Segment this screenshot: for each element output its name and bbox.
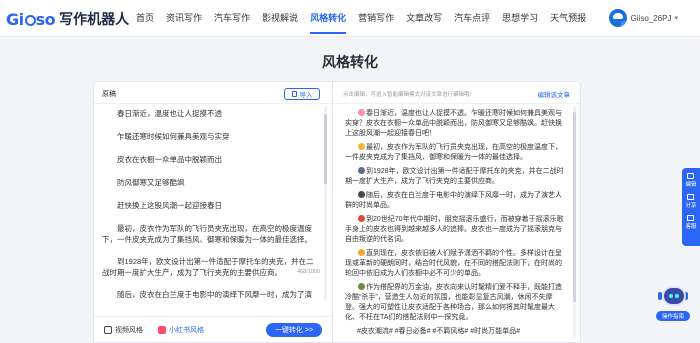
nav-item-news-writing[interactable]: 资讯写作 (160, 0, 208, 37)
side-item-label: 客服 (685, 224, 697, 230)
side-item-edit[interactable]: 编辑 (685, 173, 697, 188)
robot-eye (669, 294, 673, 298)
source-scrollbar[interactable] (324, 106, 327, 300)
avatar (608, 9, 627, 27)
flower-icon (358, 109, 365, 116)
convert-button[interactable]: 一键转化 >> (266, 323, 322, 337)
logo-mark: Gi so (6, 9, 56, 29)
nav-item-thought-study[interactable]: 思想学习 (496, 0, 544, 37)
robot-icon (662, 286, 686, 306)
source-line: 赶快换上这股风潮一起迎接春日 (117, 201, 222, 210)
source-line: 皮衣在衣橱一众单品中脱颖而出 (117, 155, 222, 164)
result-paragraph: 随后，皮衣在白兰度于电影中的演绎下风靡一时，成为了演艺人群的时尚单品。 (345, 191, 562, 209)
style-option-xiaohongshu[interactable]: 小红书风格 (158, 325, 204, 335)
side-item-label: 分享 (685, 203, 697, 209)
source-line: 到1928年，欧文设计出第一件适配于摩托车的夹克，并在二战时期一度扩大生产，成为… (102, 257, 314, 277)
result-paragraph: 最初，皮衣作为军队的飞行员夹克出现，在高空的极度温度下，一件皮夹克成为了集挡风、… (345, 143, 562, 161)
top-header: Gi so 写作机器人 首页 资讯写作 汽车写作 影视解说 风格转化 营销写作 文… (0, 0, 700, 37)
chevron-down-icon: ▾ (674, 15, 678, 22)
film-icon (358, 191, 365, 198)
side-item-label: 编辑 (685, 182, 697, 188)
nav-item-style-conversion[interactable]: 风格转化 (304, 0, 352, 37)
edit-hint: 点击编辑，可进入智能编辑模式对该文章进行编辑哦！ (343, 92, 476, 98)
import-label: 导入 (299, 92, 313, 99)
main-nav: 首页 资讯写作 汽车写作 影视解说 风格转化 营销写作 文章改写 汽车点评 思想… (130, 0, 592, 37)
edit-article-link[interactable]: 编辑该文章 (538, 89, 571, 99)
import-button[interactable]: 导入 (284, 88, 320, 100)
source-panel: 原稿 导入 春日渐近，温度也让人捉摸不透 乍暖还寒时候如何兼具美观与实穿 皮衣在… (93, 81, 333, 343)
source-line: 防风御寒又足够酷飒 (117, 178, 185, 187)
vip-badge-icon (620, 21, 627, 27)
import-icon (291, 91, 297, 97)
style-option-label: 小红书风格 (169, 327, 204, 334)
page-title: 风格转化 (322, 54, 378, 70)
result-text[interactable]: 春日渐近，温度也让人捉摸不透。乍暖还寒时候如何兼具美观与实穿？皮衣在衣橱一众单品… (345, 109, 566, 338)
share-icon (687, 194, 695, 200)
nav-item-weather[interactable]: 天气预报 (544, 0, 592, 37)
nav-item-home[interactable]: 首页 (130, 0, 160, 37)
robot-eye (675, 294, 679, 298)
source-panel-header: 原稿 导入 (94, 82, 332, 104)
emoji-icon (358, 143, 365, 150)
result-paragraph: 到20世纪70年代中期时，朋克摇滚乐盛行，而被穿着于摇滚乐歌手身上的皮衣也得到越… (345, 215, 564, 243)
source-footer: 视频风格 小红书风格 一键转化 >> (94, 316, 332, 342)
result-paragraph: 直到现在，皮衣依旧被人们赋予潇洒不羁的个性。多样设计在呈现或革新的硬朗同时，结合… (345, 249, 562, 277)
source-label: 原稿 (102, 91, 116, 98)
motorcycle-icon (358, 167, 365, 174)
result-paragraph: 到1928年，欧文设计出第一件适配于摩托车的夹克，并在二战时期一度扩大生产，成为… (345, 167, 564, 185)
side-toolbar: 编辑 分享 客服 (682, 168, 700, 246)
result-paragraph: 作为搭配界的万金油，皮衣向来认时髦精们爱不释手，既能打造冷酷“杀手”，营造生人勿… (345, 283, 562, 321)
side-item-support[interactable]: 客服 (685, 215, 697, 230)
guitar-icon (358, 215, 365, 222)
sparkle-icon (358, 249, 365, 256)
result-paragraph: 春日渐近，温度也让人捉摸不透。乍暖还寒时候如何兼具美观与实穿？皮衣在衣橱一众单品… (345, 109, 562, 137)
nav-item-article-rewrite[interactable]: 文章改写 (400, 0, 448, 37)
nav-item-car-writing[interactable]: 汽车写作 (208, 0, 256, 37)
result-scrollbar[interactable] (573, 106, 576, 338)
source-textarea[interactable]: 春日渐近，温度也让人捉摸不透 乍暖还寒时候如何兼具美观与实穿 皮衣在衣橱一众单品… (102, 108, 318, 298)
logo-text: 写作机器人 (59, 11, 130, 27)
style-option-label: 视频风格 (115, 327, 143, 334)
logo[interactable]: Gi so 写作机器人 (6, 9, 129, 29)
style-option-video[interactable]: 视频风格 (104, 325, 143, 335)
user-name: Giiso_26PJ (630, 13, 672, 23)
support-icon (687, 215, 695, 221)
side-item-share[interactable]: 分享 (685, 194, 697, 209)
source-line: 最初，皮衣作为军队的飞行员夹克出现，在高空的极度温度下，一件皮夹克成为了集挡风、… (102, 224, 312, 244)
scrollbar-thumb[interactable] (573, 112, 576, 302)
source-line: 春日渐近，温度也让人捉摸不透 (117, 109, 222, 118)
video-icon (104, 326, 112, 334)
leaf-icon (358, 283, 365, 290)
guide-label: 操作指南 (656, 311, 690, 321)
user-menu[interactable]: Giiso_26PJ ▾ (608, 9, 678, 27)
xiaohongshu-icon (158, 326, 166, 334)
nav-item-marketing-writing[interactable]: 营销写作 (352, 0, 400, 37)
edit-icon (687, 173, 695, 179)
result-panel: 点击编辑，可进入智能编辑模式对该文章进行编辑哦！ 编辑该文章 春日渐近，温度也让… (333, 81, 581, 343)
result-hashtags: #皮衣潮流# #春日必备# #不羁风格# #时尚万能单品# (357, 328, 520, 335)
assistant-robot[interactable]: 操作指南 (654, 283, 692, 331)
scrollbar-thumb[interactable] (324, 114, 327, 184)
nav-item-car-review[interactable]: 汽车点评 (448, 0, 496, 37)
source-line: 随后，皮衣在白兰度于电影中的演绎下风靡一时，成为了演艺界的 (117, 290, 312, 298)
result-panel-header: 点击编辑，可进入智能编辑模式对该文章进行编辑哦！ 编辑该文章 (333, 82, 580, 104)
source-line: 乍暖还寒时候如何兼具美观与实穿 (117, 132, 230, 141)
nav-item-film-commentary[interactable]: 影视解说 (256, 0, 304, 37)
char-count: 468/1000 (297, 269, 320, 275)
